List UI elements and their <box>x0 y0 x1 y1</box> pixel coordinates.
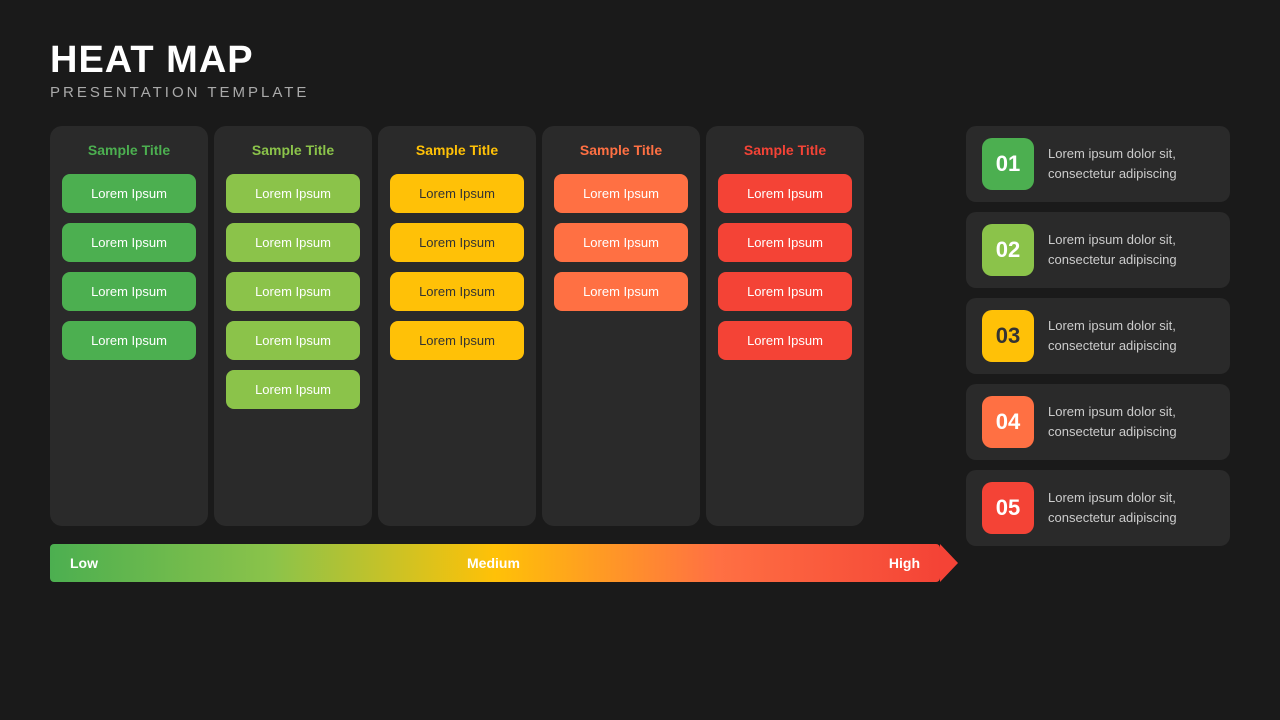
list-item: Lorem Ipsum <box>554 174 688 213</box>
list-item: Lorem Ipsum <box>226 321 360 360</box>
list-item: Lorem Ipsum <box>226 370 360 409</box>
column-1: Sample Title Lorem Ipsum Lorem Ipsum Lor… <box>50 126 208 526</box>
num-badge-4: 04 <box>982 396 1034 448</box>
legend-bar: Low Medium High <box>50 544 940 582</box>
main-layout: Sample Title Lorem Ipsum Lorem Ipsum Lor… <box>50 126 1230 582</box>
num-text-3: Lorem ipsum dolor sit, consectetur adipi… <box>1048 316 1214 355</box>
list-item: Lorem Ipsum <box>718 174 852 213</box>
columns-container: Sample Title Lorem Ipsum Lorem Ipsum Lor… <box>50 126 940 526</box>
list-item: Lorem Ipsum <box>390 174 524 213</box>
num-badge-2: 02 <box>982 224 1034 276</box>
num-text-5: Lorem ipsum dolor sit, consectetur adipi… <box>1048 488 1214 527</box>
list-item: Lorem Ipsum <box>62 321 196 360</box>
num-text-2: Lorem ipsum dolor sit, consectetur adipi… <box>1048 230 1214 269</box>
list-item: Lorem Ipsum <box>718 272 852 311</box>
list-item: Lorem Ipsum <box>390 223 524 262</box>
page-subtitle: PRESENTATION TEMPLATE <box>50 84 1230 101</box>
page-title: HEAT MAP <box>50 40 1230 82</box>
col1-title: Sample Title <box>62 142 196 158</box>
list-item: Lorem Ipsum <box>62 272 196 311</box>
header: HEAT MAP PRESENTATION TEMPLATE <box>50 40 1230 101</box>
column-4: Sample Title Lorem Ipsum Lorem Ipsum Lor… <box>542 126 700 526</box>
list-item: Lorem Ipsum <box>718 223 852 262</box>
num-badge-3: 03 <box>982 310 1034 362</box>
numbered-item-1: 01 Lorem ipsum dolor sit, consectetur ad… <box>966 126 1230 202</box>
num-badge-1: 01 <box>982 138 1034 190</box>
list-item: Lorem Ipsum <box>62 223 196 262</box>
numbered-list: 01 Lorem ipsum dolor sit, consectetur ad… <box>966 126 1230 546</box>
numbered-item-5: 05 Lorem ipsum dolor sit, consectetur ad… <box>966 470 1230 546</box>
num-badge-5: 05 <box>982 482 1034 534</box>
list-item: Lorem Ipsum <box>390 321 524 360</box>
legend-low: Low <box>70 555 98 571</box>
num-text-4: Lorem ipsum dolor sit, consectetur adipi… <box>1048 402 1214 441</box>
list-item: Lorem Ipsum <box>554 223 688 262</box>
num-text-1: Lorem ipsum dolor sit, consectetur adipi… <box>1048 144 1214 183</box>
column-2: Sample Title Lorem Ipsum Lorem Ipsum Lor… <box>214 126 372 526</box>
page: HEAT MAP PRESENTATION TEMPLATE Sample Ti… <box>0 0 1280 720</box>
list-item: Lorem Ipsum <box>554 272 688 311</box>
col5-title: Sample Title <box>718 142 852 158</box>
legend-high: High <box>889 555 920 571</box>
legend-area: Low Medium High <box>50 544 940 582</box>
col2-title: Sample Title <box>226 142 360 158</box>
numbered-item-2: 02 Lorem ipsum dolor sit, consectetur ad… <box>966 212 1230 288</box>
columns-area: Sample Title Lorem Ipsum Lorem Ipsum Lor… <box>50 126 940 582</box>
col3-title: Sample Title <box>390 142 524 158</box>
list-item: Lorem Ipsum <box>62 174 196 213</box>
list-item: Lorem Ipsum <box>718 321 852 360</box>
col4-title: Sample Title <box>554 142 688 158</box>
column-3: Sample Title Lorem Ipsum Lorem Ipsum Lor… <box>378 126 536 526</box>
list-item: Lorem Ipsum <box>390 272 524 311</box>
numbered-item-4: 04 Lorem ipsum dolor sit, consectetur ad… <box>966 384 1230 460</box>
numbered-item-3: 03 Lorem ipsum dolor sit, consectetur ad… <box>966 298 1230 374</box>
column-5: Sample Title Lorem Ipsum Lorem Ipsum Lor… <box>706 126 864 526</box>
list-item: Lorem Ipsum <box>226 174 360 213</box>
list-item: Lorem Ipsum <box>226 272 360 311</box>
list-item: Lorem Ipsum <box>226 223 360 262</box>
legend-medium: Medium <box>467 555 520 571</box>
